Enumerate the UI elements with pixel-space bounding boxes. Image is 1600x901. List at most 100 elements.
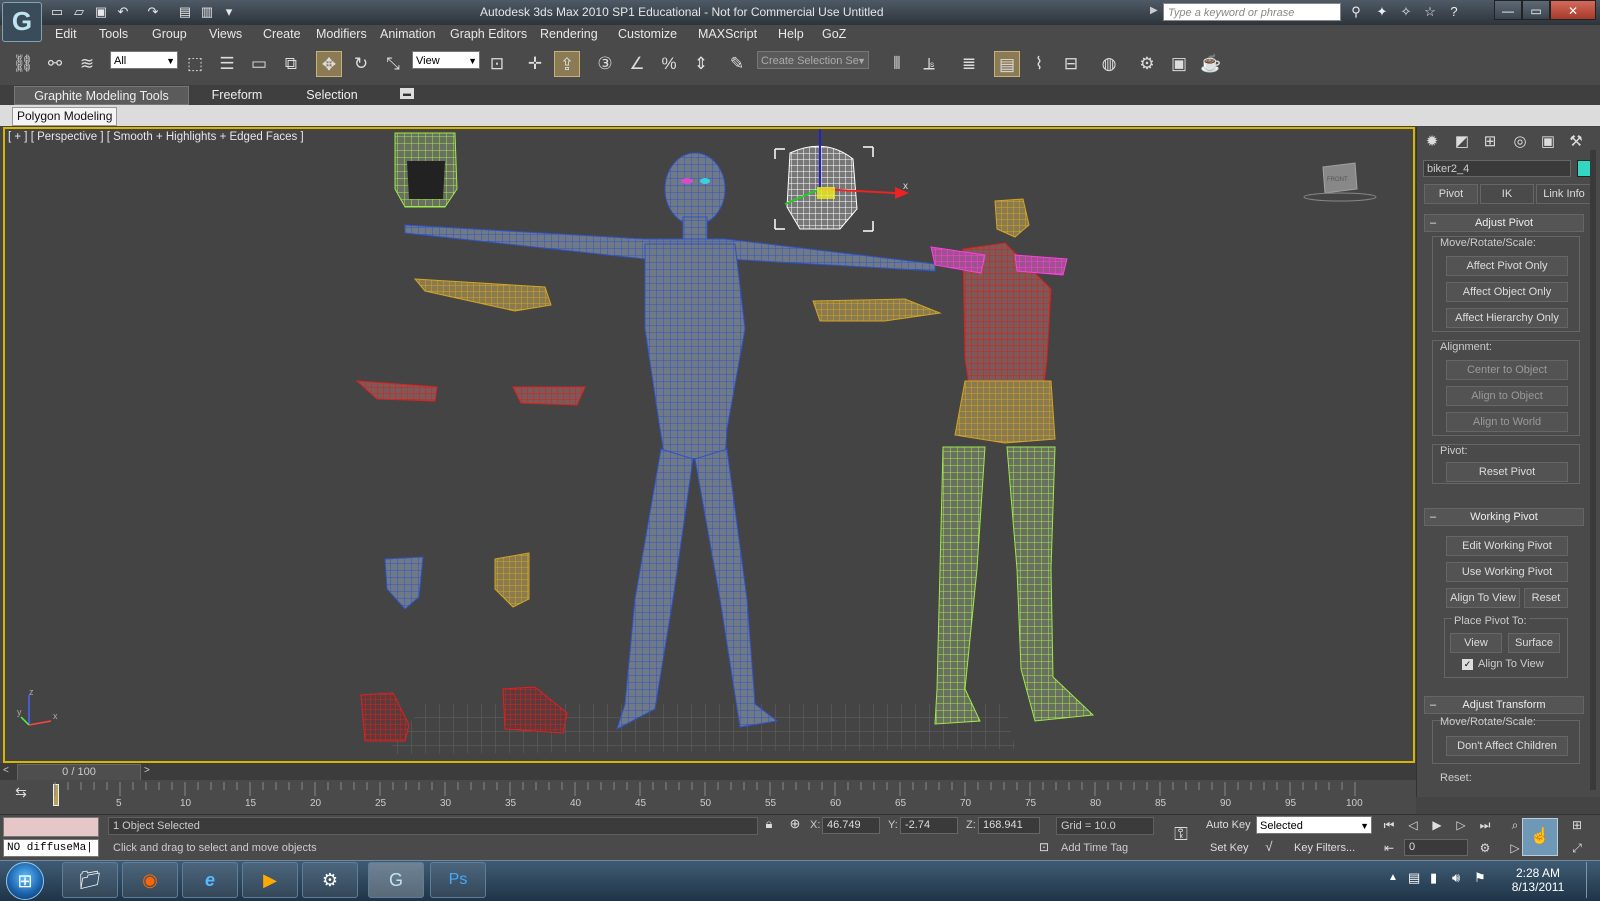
adjust-transform-rollout[interactable]: – Adjust Transform	[1424, 696, 1584, 714]
y-coordinate-field[interactable]: -2.74	[900, 817, 958, 834]
select-manipulate-icon[interactable]: ✛	[522, 51, 548, 77]
snaps-toggle-icon[interactable]: ③	[592, 51, 618, 77]
window-crossing-icon[interactable]: ⧉	[278, 51, 304, 77]
menu-group[interactable]: Group	[152, 27, 187, 41]
material-editor-icon[interactable]: ◍	[1096, 51, 1122, 77]
z-coordinate-field[interactable]: 168.941	[978, 817, 1040, 834]
use-working-pivot-button[interactable]: Use Working Pivot	[1446, 562, 1568, 582]
select-and-scale-icon[interactable]: ⤡	[380, 51, 406, 77]
place-pivot-view-button[interactable]: View	[1450, 633, 1502, 653]
tab-pivot[interactable]: Pivot	[1424, 184, 1478, 204]
select-by-name-icon[interactable]: ☰	[214, 51, 240, 77]
tab-graphite-modeling-tools[interactable]: Graphite Modeling Tools	[14, 86, 189, 105]
edit-named-selection-icon[interactable]: ✎	[724, 51, 750, 77]
photoshop-taskbar-icon[interactable]: Ps	[430, 862, 486, 898]
firefox-taskbar-icon[interactable]: ◉	[122, 862, 178, 898]
menu-edit[interactable]: Edit	[55, 27, 77, 41]
selection-filter-dropdown[interactable]: All ▼	[110, 51, 178, 69]
menu-graph-editors[interactable]: Graph Editors	[450, 27, 527, 41]
application-menu-button[interactable]: G	[2, 2, 42, 42]
align-icon[interactable]: ⫡	[916, 51, 942, 77]
time-slider-counter[interactable]: 0 / 100	[17, 764, 141, 781]
hold-icon[interactable]: ▤	[176, 3, 194, 20]
maximize-button[interactable]: ▭	[1522, 0, 1550, 20]
keyboard-shortcut-override-icon[interactable]: ⇪	[554, 51, 580, 77]
absolute-mode-icon[interactable]: ⊕	[786, 816, 804, 834]
affect-object-only-button[interactable]: Affect Object Only	[1446, 282, 1568, 302]
graphite-modeling-toggle-icon[interactable]: ▤	[994, 51, 1020, 77]
play-icon[interactable]: ▶	[1426, 816, 1448, 834]
center-to-object-button[interactable]: Center to Object	[1446, 360, 1568, 380]
network-icon[interactable]: ▮	[1430, 870, 1437, 886]
menu-tools[interactable]: Tools	[99, 27, 128, 41]
time-configuration-icon[interactable]: ⚙	[1474, 839, 1496, 857]
menu-help[interactable]: Help	[778, 27, 804, 41]
menu-customize[interactable]: Customize	[618, 27, 677, 41]
zoom-extents-all-icon[interactable]: ⊞	[1566, 816, 1588, 834]
mirror-icon[interactable]: ⫴	[884, 51, 910, 77]
time-tag-icon[interactable]: ⊡	[1036, 840, 1052, 856]
maxscript-listener-lower[interactable]: NO diffuseMa|	[3, 839, 99, 857]
viewport-label-menu[interactable]: [ + ] [ Perspective ] [ Smooth + Highlig…	[8, 131, 304, 143]
select-object-icon[interactable]: ⬚	[182, 51, 208, 77]
3ds-max-taskbar-icon[interactable]: G	[368, 862, 424, 898]
menu-modifiers[interactable]: Modifiers	[316, 27, 367, 41]
spinner-snap-icon[interactable]: ⇕	[688, 51, 714, 77]
rectangular-selection-icon[interactable]: ▭	[246, 51, 272, 77]
time-slider-track[interactable]	[0, 763, 1416, 780]
next-frame-icon[interactable]: >	[144, 765, 150, 776]
set-key-button[interactable]: Set Key	[1210, 842, 1249, 854]
align-to-view-button[interactable]: Align To View	[1446, 588, 1520, 608]
rendered-frame-window-icon[interactable]: ▣	[1166, 51, 1192, 77]
expand-search-icon[interactable]: ▶	[1150, 5, 1158, 16]
reset-working-pivot-button[interactable]: Reset	[1524, 588, 1568, 608]
new-file-icon[interactable]: ▭	[48, 3, 66, 20]
utilities-panel-icon[interactable]: ⚒	[1564, 131, 1588, 153]
internet-explorer-taskbar-icon[interactable]: e	[182, 862, 238, 898]
select-and-move-icon[interactable]: ✥	[316, 51, 342, 77]
show-desktop-button[interactable]	[1586, 862, 1599, 898]
render-production-icon[interactable]: ☕	[1198, 51, 1224, 77]
render-setup-icon[interactable]: ⚙	[1134, 51, 1160, 77]
explorer-taskbar-icon[interactable]: 📁︎	[62, 862, 118, 898]
redo-icon[interactable]: ↷	[144, 3, 162, 20]
motion-panel-icon[interactable]: ◎	[1508, 131, 1532, 153]
place-pivot-surface-button[interactable]: Surface	[1508, 633, 1560, 653]
maximize-viewport-icon[interactable]: ⤢	[1566, 839, 1588, 857]
menu-goz[interactable]: GoZ	[822, 27, 846, 41]
unlink-icon[interactable]: ⚯	[42, 51, 68, 77]
tab-link-info[interactable]: Link Info	[1536, 184, 1592, 204]
fetch-icon[interactable]: ▥	[198, 3, 216, 20]
tab-freeform[interactable]: Freeform	[200, 86, 274, 105]
command-panel-scrollbar[interactable]	[1590, 150, 1596, 790]
create-panel-icon[interactable]: ✹	[1420, 131, 1444, 153]
key-mode-dropdown[interactable]: Selected ▼	[1256, 816, 1372, 834]
working-pivot-rollout[interactable]: – Working Pivot	[1424, 508, 1584, 526]
dont-affect-children-button[interactable]: Don't Affect Children	[1446, 736, 1568, 756]
binoculars-icon[interactable]: ⚲	[1346, 3, 1366, 21]
curve-editor-icon[interactable]: ⌇	[1026, 51, 1052, 77]
tab-selection[interactable]: Selection	[295, 86, 369, 105]
media-player-taskbar-icon[interactable]: ▶	[242, 862, 298, 898]
align-to-world-button[interactable]: Align to World	[1446, 412, 1568, 432]
undo-icon[interactable]: ↶	[114, 3, 132, 20]
menu-rendering[interactable]: Rendering	[540, 27, 598, 41]
next-frame-icon[interactable]: ▷	[1450, 816, 1472, 834]
orbit-icon[interactable]: ☝	[1522, 818, 1558, 856]
maxscript-listener-upper[interactable]	[3, 817, 99, 837]
select-and-rotate-icon[interactable]: ↻	[348, 51, 374, 77]
favorites-icon[interactable]: ☆	[1420, 3, 1440, 21]
edit-working-pivot-button[interactable]: Edit Working Pivot	[1446, 536, 1568, 556]
lock-selection-icon[interactable]: 🔒︎	[760, 816, 778, 834]
previous-frame-icon[interactable]: ◁	[1402, 816, 1424, 834]
steam-taskbar-icon[interactable]: ⚙	[302, 862, 358, 898]
key-mode-toggle-icon[interactable]: ⇤	[1378, 839, 1400, 857]
ribbon-options-icon[interactable]: ▬	[400, 88, 414, 99]
current-frame-field[interactable]: 0	[1404, 839, 1468, 856]
minimize-button[interactable]: —	[1494, 0, 1522, 20]
communication-center-icon[interactable]: ✧	[1396, 3, 1416, 21]
close-button[interactable]: ✕	[1550, 0, 1596, 20]
hierarchy-panel-icon[interactable]: ⊞	[1478, 131, 1502, 153]
select-and-link-icon[interactable]: ⛓	[10, 51, 36, 77]
prev-frame-icon[interactable]: <	[3, 765, 9, 776]
